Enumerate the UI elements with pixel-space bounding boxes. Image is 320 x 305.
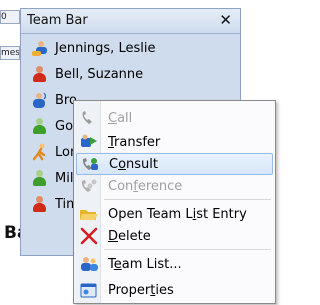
menu-item-delete[interactable]: Delete	[76, 225, 273, 247]
context-menu: Call Transfer Consult Conference Open Te…	[73, 100, 276, 304]
background-cell: 0	[0, 10, 20, 24]
menu-item-label: Call	[108, 110, 133, 126]
menu-item-label: Consult	[109, 156, 159, 172]
menu-separator	[104, 249, 271, 250]
background-cell: mes	[0, 46, 20, 60]
menu-item-label: Team List...	[108, 256, 182, 272]
team-member-row[interactable]: Jennings, Leslie	[31, 37, 155, 59]
team-list-icon	[79, 255, 99, 273]
person-green-icon	[31, 169, 49, 187]
menu-item-transfer[interactable]: Transfer	[76, 131, 273, 153]
menu-item-open-team-list-entry[interactable]: Open Team List Entry	[76, 203, 273, 225]
close-icon[interactable]: ✕	[219, 11, 232, 29]
person-red-icon	[31, 65, 49, 83]
menu-item-conference[interactable]: Conference	[76, 175, 273, 197]
menu-item-label: Transfer	[108, 134, 161, 150]
person-blue-speaking-icon	[31, 91, 49, 109]
team-bar-header: Team Bar ✕	[21, 9, 240, 34]
team-member-row[interactable]: Bell, Suzanne	[31, 63, 143, 85]
delete-x-icon	[79, 227, 99, 245]
menu-separator	[104, 199, 271, 200]
person-orange-walking-icon	[31, 143, 49, 161]
team-member-row[interactable]: Mill	[31, 167, 77, 189]
properties-icon	[79, 281, 99, 299]
person-blue-group-icon	[31, 39, 49, 57]
team-bar-title: Team Bar	[27, 13, 88, 28]
team-member-row[interactable]: Lon	[31, 141, 78, 163]
menu-item-label: Delete	[108, 228, 151, 244]
conference-icon	[79, 177, 99, 195]
team-member-row[interactable]: Bro	[31, 89, 77, 111]
team-member-name: Bell, Suzanne	[55, 66, 144, 82]
open-folder-icon	[79, 205, 99, 223]
menu-item-team-list[interactable]: Team List...	[76, 253, 273, 275]
background-window-fragment: 0 mes	[0, 0, 20, 80]
menu-item-properties[interactable]: Properties	[76, 279, 273, 301]
transfer-icon	[79, 133, 99, 151]
team-member-row[interactable]: Tim	[31, 193, 79, 215]
menu-item-label: Properties	[108, 282, 174, 298]
menu-item-label: Open Team List Entry	[108, 206, 247, 222]
call-handset-icon	[79, 109, 99, 127]
person-green-icon	[31, 117, 49, 135]
menu-item-call[interactable]: Call	[76, 107, 273, 129]
person-red-icon	[31, 195, 49, 213]
consult-icon	[80, 155, 100, 173]
menu-item-label: Conference	[108, 178, 183, 194]
team-member-name: Jennings, Leslie	[55, 40, 156, 56]
menu-item-consult[interactable]: Consult	[76, 153, 273, 175]
